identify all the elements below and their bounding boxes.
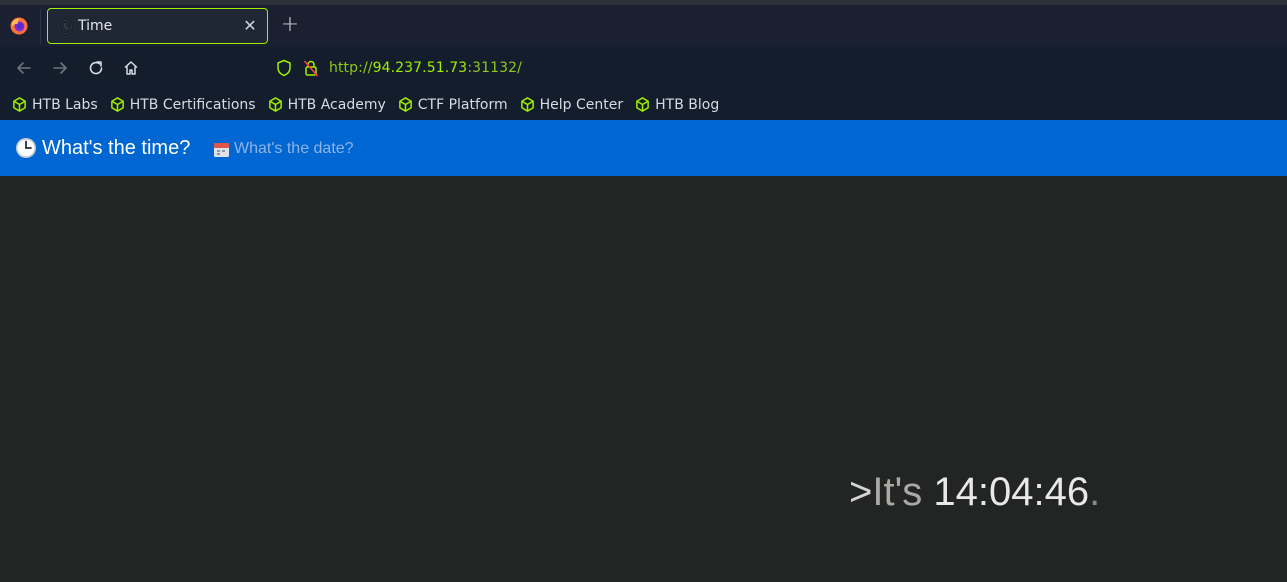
htb-cube-icon: [520, 97, 534, 112]
home-icon[interactable]: [122, 59, 140, 77]
bookmark-help-center[interactable]: Help Center: [520, 93, 624, 117]
bookmark-label: HTB Certifications: [129, 96, 256, 113]
calendar-emoji-icon: [214, 142, 229, 157]
bookmark-label: Help Center: [539, 96, 624, 113]
tab-time[interactable]: Time ✕: [47, 8, 268, 44]
back-arrow-icon[interactable]: [15, 59, 33, 77]
htb-cube-icon: [268, 97, 282, 112]
reload-icon[interactable]: [87, 59, 105, 77]
date-nav-link[interactable]: What's the date?: [213, 139, 354, 159]
site-navbar: What's the time? What's the date?: [0, 120, 1287, 176]
bookmarks-toolbar: HTB Labs HTB Certifications HTB Academy …: [0, 89, 1287, 120]
tracking-protection-shield-icon[interactable]: [276, 59, 292, 77]
tab-bar: Time ✕ +: [0, 5, 1287, 47]
bookmark-ctf-platform[interactable]: CTF Platform: [398, 93, 508, 117]
bookmark-htb-certifications[interactable]: HTB Certifications: [110, 93, 256, 117]
htb-cube-icon: [110, 97, 124, 112]
tab-separator: [40, 9, 41, 45]
current-time: 14:04:46: [933, 470, 1090, 514]
tab-title: Time: [78, 18, 113, 34]
url-scheme: http://: [329, 60, 373, 76]
bookmark-label: HTB Labs: [32, 96, 98, 113]
url-bar[interactable]: http://94.237.51.73:31132/: [329, 60, 522, 76]
url-port-path: :31132/: [467, 60, 522, 76]
tab-close-icon[interactable]: ✕: [242, 17, 258, 35]
bookmark-htb-academy[interactable]: HTB Academy: [268, 93, 386, 117]
navigation-toolbar: http://94.237.51.73:31132/: [0, 47, 1287, 89]
htb-cube-icon: [636, 97, 649, 112]
firefox-icon[interactable]: [9, 16, 29, 36]
message-its: It's: [872, 470, 923, 514]
bookmark-label: HTB Academy: [287, 96, 386, 113]
date-link-label: What's the date?: [234, 140, 354, 157]
time-message: >It's 14:04:46.: [849, 470, 1100, 515]
url-host: 94.237.51.73: [372, 60, 468, 76]
tab-favicon-icon: [57, 19, 73, 35]
main-content: >It's 14:04:46.: [0, 176, 1287, 582]
insecure-lock-icon[interactable]: [303, 59, 319, 77]
bookmark-htb-labs[interactable]: HTB Labs: [12, 93, 98, 117]
bookmark-htb-blog[interactable]: HTB Blog: [635, 93, 719, 117]
forward-arrow-icon[interactable]: [51, 59, 69, 77]
brand-link[interactable]: What's the time?: [15, 135, 190, 161]
new-tab-button[interactable]: +: [280, 14, 300, 36]
bookmark-label: CTF Platform: [417, 96, 508, 113]
htb-cube-icon: [13, 97, 26, 112]
message-prefix: >: [849, 470, 873, 514]
htb-cube-icon: [398, 97, 412, 112]
clock-emoji-icon: [16, 138, 36, 158]
bookmark-label: HTB Blog: [655, 96, 720, 113]
message-suffix: .: [1089, 470, 1101, 514]
brand-title: What's the time?: [42, 136, 191, 159]
